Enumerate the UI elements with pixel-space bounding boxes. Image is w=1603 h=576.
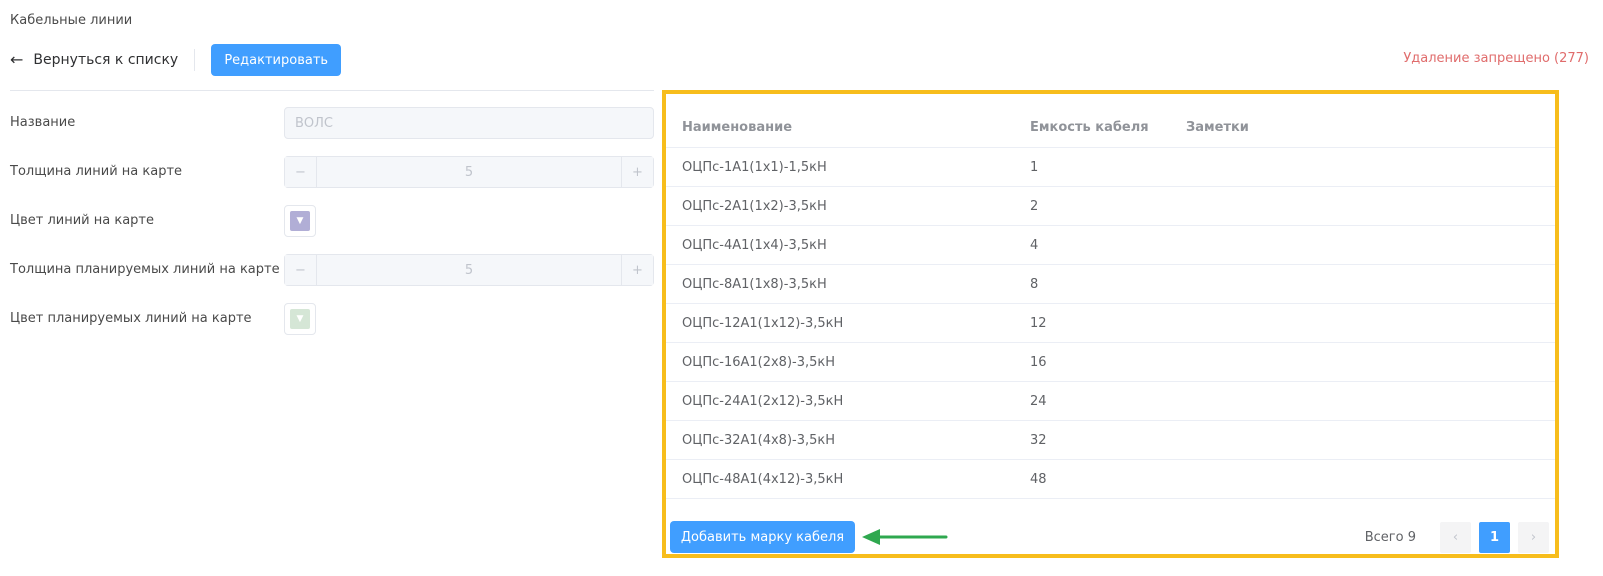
cable-brands-panel: Наименование Емкость кабеля Заметки ОЦПс… bbox=[662, 90, 1559, 558]
cell-capacity: 48 bbox=[1030, 471, 1047, 487]
planned-width-label: Толщина планируемых линий на карте bbox=[10, 262, 280, 277]
pagination: Всего 9 ‹ 1 › bbox=[1365, 521, 1549, 553]
column-header-name[interactable]: Наименование bbox=[666, 120, 1030, 135]
planned-width-value[interactable]: 5 bbox=[317, 255, 621, 285]
form-row-planned-width: Толщина планируемых линий на карте − 5 + bbox=[10, 254, 654, 286]
table-body: ОЦПс-1А1(1х1)-1,5кН 1 ОЦПс-2А1(1х2)-3,5кН 2… bbox=[666, 148, 1555, 499]
increase-button[interactable]: + bbox=[621, 157, 653, 187]
page-1-button[interactable]: 1 bbox=[1479, 521, 1510, 553]
table-row[interactable]: ОЦПс-8А1(1х8)-3,5кН 8 bbox=[666, 265, 1555, 304]
cell-name: ОЦПс-32А1(4х8)-3,5кН bbox=[682, 432, 836, 448]
cable-brands-table: Наименование Емкость кабеля Заметки ОЦПс… bbox=[666, 108, 1555, 499]
back-to-list-link[interactable]: ← Вернуться к списку bbox=[10, 50, 179, 69]
table-row[interactable]: ОЦПс-12А1(1х12)-3,5кН 12 bbox=[666, 304, 1555, 343]
cell-capacity: 2 bbox=[1030, 198, 1039, 214]
edit-button[interactable]: Редактировать bbox=[211, 44, 342, 76]
line-color-picker[interactable]: ▼ bbox=[284, 205, 316, 237]
cell-capacity: 16 bbox=[1030, 354, 1047, 370]
chevron-down-icon: ▼ bbox=[296, 314, 304, 324]
prev-page-button[interactable]: ‹ bbox=[1440, 521, 1471, 553]
line-color-field: ▼ bbox=[284, 205, 654, 237]
table-row[interactable]: ОЦПс-4А1(1х4)-3,5кН 4 bbox=[666, 226, 1555, 265]
table-row[interactable]: ОЦПс-2А1(1х2)-3,5кН 2 bbox=[666, 187, 1555, 226]
line-width-label: Толщина линий на карте bbox=[10, 164, 183, 179]
table-row[interactable]: ОЦПс-32А1(4х8)-3,5кН 32 bbox=[666, 421, 1555, 460]
table-row[interactable]: ОЦПс-48А1(4х12)-3,5кН 48 bbox=[666, 460, 1555, 499]
line-width-value[interactable]: 5 bbox=[317, 157, 621, 187]
name-input[interactable] bbox=[284, 107, 654, 139]
name-field-wrap bbox=[284, 107, 654, 139]
cell-name: ОЦПс-1А1(1х1)-1,5кН bbox=[682, 159, 827, 175]
cell-name: ОЦПс-8А1(1х8)-3,5кН bbox=[682, 276, 827, 292]
cell-name: ОЦПс-24А1(2х12)-3,5кН bbox=[682, 393, 844, 409]
form-row-line-width: Толщина линий на карте − 5 + bbox=[10, 156, 654, 188]
form-row-name: Название bbox=[10, 107, 654, 139]
line-width-stepper[interactable]: − 5 + bbox=[284, 156, 654, 188]
cell-capacity: 24 bbox=[1030, 393, 1047, 409]
page-title: Кабельные линии bbox=[10, 13, 133, 28]
toolbar: ← Вернуться к списку Редактировать bbox=[10, 44, 342, 76]
cell-name: ОЦПс-4А1(1х4)-3,5кН bbox=[682, 237, 827, 253]
line-width-field: − 5 + bbox=[284, 156, 654, 188]
form-divider bbox=[10, 90, 654, 91]
cell-name: ОЦПс-48А1(4х12)-3,5кН bbox=[682, 471, 844, 487]
table-header: Наименование Емкость кабеля Заметки bbox=[666, 108, 1555, 148]
column-header-capacity[interactable]: Емкость кабеля bbox=[1030, 120, 1186, 135]
name-label: Название bbox=[10, 115, 76, 130]
chevron-down-icon: ▼ bbox=[296, 216, 304, 226]
table-row[interactable]: ОЦПс-16А1(2х8)-3,5кН 16 bbox=[666, 343, 1555, 382]
increase-button[interactable]: + bbox=[621, 255, 653, 285]
line-color-label: Цвет линий на карте bbox=[10, 213, 154, 228]
planned-color-field: ▼ bbox=[284, 303, 654, 335]
total-count: Всего 9 bbox=[1364, 529, 1416, 545]
cell-name: ОЦПс-16А1(2х8)-3,5кН bbox=[682, 354, 836, 370]
green-arrow-icon bbox=[862, 529, 948, 545]
decrease-button[interactable]: − bbox=[285, 157, 317, 187]
toolbar-divider bbox=[194, 49, 196, 71]
cell-capacity: 1 bbox=[1030, 159, 1039, 175]
planned-color-label: Цвет планируемых линий на карте bbox=[10, 311, 252, 326]
planned-color-picker[interactable]: ▼ bbox=[284, 303, 316, 335]
cell-capacity: 32 bbox=[1030, 432, 1047, 448]
decrease-button[interactable]: − bbox=[285, 255, 317, 285]
table-row[interactable]: ОЦПс-1А1(1х1)-1,5кН 1 bbox=[666, 148, 1555, 187]
back-to-list-label: Вернуться к списку bbox=[33, 52, 179, 68]
line-color-swatch: ▼ bbox=[290, 211, 310, 231]
add-cable-brand-button[interactable]: Добавить марку кабеля bbox=[670, 521, 855, 553]
form-row-line-color: Цвет линий на карте ▼ bbox=[10, 205, 654, 237]
arrow-left-icon: ← bbox=[10, 50, 24, 69]
cell-name: ОЦПс-2А1(1х2)-3,5кН bbox=[682, 198, 827, 214]
cell-name: ОЦПс-12А1(1х12)-3,5кН bbox=[682, 315, 844, 331]
delete-forbidden-note: Удаление запрещено (277) bbox=[1403, 51, 1589, 66]
column-header-notes[interactable]: Заметки bbox=[1186, 120, 1555, 135]
cell-capacity: 12 bbox=[1030, 315, 1047, 331]
cell-capacity: 4 bbox=[1030, 237, 1039, 253]
cell-capacity: 8 bbox=[1030, 276, 1039, 292]
table-row[interactable]: ОЦПс-24А1(2х12)-3,5кН 24 bbox=[666, 382, 1555, 421]
planned-width-field: − 5 + bbox=[284, 254, 654, 286]
form-row-planned-color: Цвет планируемых линий на карте ▼ bbox=[10, 303, 654, 335]
planned-width-stepper[interactable]: − 5 + bbox=[284, 254, 654, 286]
planned-color-swatch: ▼ bbox=[290, 309, 310, 329]
next-page-button[interactable]: › bbox=[1518, 521, 1549, 553]
